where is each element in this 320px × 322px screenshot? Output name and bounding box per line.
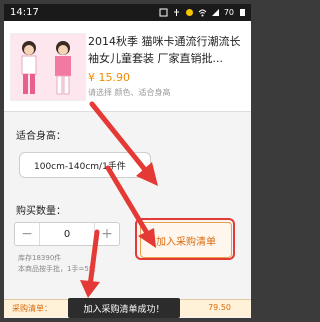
product-spec-hint: 请选择 颜色、适合身高: [88, 88, 171, 97]
size-option[interactable]: 100cm-140cm/1手件: [19, 152, 151, 178]
add-to-purchase-list-button[interactable]: 加入采购清单: [140, 222, 232, 258]
status-time: 14:17: [10, 7, 39, 18]
minus-button[interactable]: −: [15, 223, 39, 245]
quantity-input[interactable]: 0: [39, 223, 95, 245]
product-card: 2014秋季 猫咪卡通流行潮流长袖女儿童套装 厂家直销批... ¥ 15.90 …: [4, 21, 251, 112]
app-notify-icon: [185, 8, 194, 17]
status-icons: 70: [159, 8, 247, 17]
purchase-list-label: 采购清单：: [12, 304, 52, 313]
quantity-stepper: − 0 +: [14, 222, 120, 246]
app-screen: 2014秋季 猫咪卡通流行潮流长袖女儿童套装 厂家直销批... ¥ 15.90 …: [4, 21, 251, 318]
quantity-label: 购买数量：: [16, 206, 66, 217]
success-toast: 加入采购清单成功！: [68, 298, 180, 318]
size-option-text: 100cm-140cm/1手件: [34, 161, 126, 172]
plus-button[interactable]: +: [95, 223, 119, 245]
product-price: ¥ 15.90: [88, 71, 130, 84]
status-bar: 14:17 70: [4, 4, 251, 21]
size-label: 适合身高：: [16, 131, 66, 142]
battery-icon: [238, 8, 247, 17]
stock-text: 库存18390件: [18, 254, 62, 262]
device-frame: 14:17 70 2014秋季 猫咪卡通流行潮流长袖女儿童套装 厂家直销批...…: [0, 0, 255, 322]
batch-info-text: 本商品按手批，1手=5套: [18, 265, 96, 273]
wifi-icon: [198, 8, 207, 17]
signal-icon: [211, 8, 220, 17]
notification-icon: [159, 8, 168, 17]
usb-icon: [172, 8, 181, 17]
purchase-list-total: 79.50: [208, 303, 231, 312]
battery-level: 70: [223, 8, 234, 17]
product-title: 2014秋季 猫咪卡通流行潮流长袖女儿童套装 厂家直销批...: [88, 35, 241, 65]
product-image[interactable]: [10, 33, 86, 101]
